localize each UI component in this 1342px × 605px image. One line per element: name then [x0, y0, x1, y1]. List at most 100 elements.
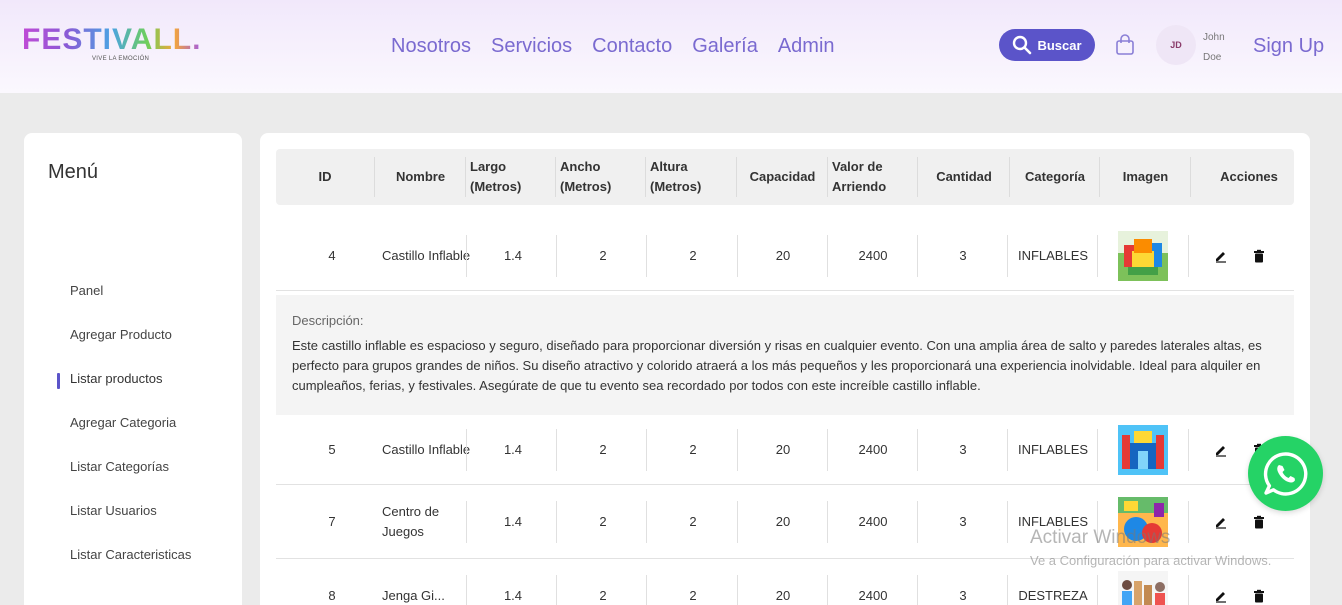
delete-icon[interactable]: [1252, 249, 1266, 263]
logo[interactable]: FESTIVALL. VIVE LA EMOCIÓN: [22, 23, 202, 63]
cell-cantidad: 3: [959, 442, 967, 457]
edit-icon[interactable]: [1214, 443, 1228, 457]
delete-icon[interactable]: [1252, 589, 1266, 603]
cell-largo: 1.4: [503, 248, 523, 263]
header-id: ID: [276, 157, 375, 197]
table-row[interactable]: 5 Castillo Inflable 1.4 2 2 20 2400 3 IN…: [276, 415, 1294, 485]
header-cantidad: Cantidad: [919, 157, 1010, 197]
cell-nombre: Centro de Juegos: [382, 504, 440, 539]
cell-categoria: INFLABLES: [1017, 442, 1089, 457]
cell-largo: 1.4: [503, 588, 523, 603]
cell-cantidad: 3: [959, 248, 967, 263]
cell-cantidad: 3: [959, 514, 967, 529]
sidebar-item-agregar-producto[interactable]: Agregar Producto: [70, 327, 172, 343]
sidebar-title: Menú: [48, 161, 99, 183]
whatsapp-icon: [1263, 451, 1307, 496]
cell-capacidad: 20: [775, 588, 791, 603]
cell-valor: 2400: [858, 248, 888, 263]
cell-divider: [556, 235, 557, 277]
sidebar-item-listar-usuarios[interactable]: Listar Usuarios: [70, 503, 157, 519]
user-last-name: Doe: [1203, 52, 1222, 63]
cell-divider: [556, 575, 557, 605]
cell-ancho: 2: [599, 248, 607, 263]
cell-id: 7: [328, 514, 336, 529]
shopping-bag-icon[interactable]: [1115, 34, 1135, 56]
cell-divider: [466, 235, 467, 277]
cell-altura: 2: [689, 588, 697, 603]
product-thumbnail[interactable]: [1118, 571, 1168, 605]
cell-divider: [556, 429, 557, 471]
logo-text: FESTIVALL.: [22, 23, 202, 56]
header-acciones: Acciones: [1220, 169, 1278, 184]
cell-divider: [646, 501, 647, 543]
cell-categoria: INFLABLES: [1017, 248, 1089, 263]
cell-divider: [556, 501, 557, 543]
active-indicator: [57, 373, 60, 389]
edit-icon[interactable]: [1214, 589, 1228, 603]
cell-nombre: Castillo Inflable: [382, 248, 471, 263]
cell-divider: [1097, 235, 1098, 277]
cell-altura: 2: [689, 442, 697, 457]
header-ancho: Ancho (Metros): [557, 157, 646, 197]
table-row[interactable]: 4 Castillo Inflable 1.4 2 2 20 2400 3 IN…: [276, 221, 1294, 291]
header-valor: Valor de Arriendo: [829, 157, 918, 197]
nav-link-galeria[interactable]: Galería: [692, 34, 758, 58]
watermark-subtitle: Ve a Configuración para activar Windows.: [1030, 553, 1272, 568]
cell-capacidad: 20: [775, 248, 791, 263]
sign-up-link[interactable]: Sign Up: [1253, 34, 1324, 58]
cell-capacidad: 20: [775, 442, 791, 457]
logo-tagline: VIVE LA EMOCIÓN: [92, 56, 150, 62]
nav-link-servicios[interactable]: Servicios: [491, 34, 572, 58]
sidebar-item-listar-caracteristicas[interactable]: Listar Caracteristicas: [70, 547, 191, 563]
header-imagen: Imagen: [1101, 157, 1191, 197]
whatsapp-button[interactable]: [1248, 436, 1323, 511]
cell-divider: [466, 575, 467, 605]
cell-divider: [1188, 429, 1189, 471]
nav-link-admin[interactable]: Admin: [778, 34, 835, 58]
header-altura: Altura (Metros): [647, 157, 737, 197]
sidebar-item-panel[interactable]: Panel: [70, 283, 103, 299]
product-thumbnail[interactable]: [1118, 425, 1168, 475]
cell-largo: 1.4: [503, 514, 523, 529]
windows-activation-watermark: Activar Windows Ve a Configuración para …: [1030, 527, 1271, 571]
search-button[interactable]: Buscar: [999, 29, 1095, 61]
edit-icon[interactable]: [1214, 249, 1228, 263]
sidebar-item-listar-categorias[interactable]: Listar Categorías: [70, 459, 169, 475]
cell-altura: 2: [689, 514, 697, 529]
table-header: ID Nombre Largo (Metros) Ancho (Metros) …: [276, 149, 1294, 205]
top-header: FESTIVALL. VIVE LA EMOCIÓN Nosotros Serv…: [0, 0, 1342, 93]
sidebar: Menú Panel Agregar Producto Listar produ…: [24, 133, 242, 605]
product-thumbnail[interactable]: [1118, 231, 1168, 281]
avatar-initials: JD: [1170, 40, 1182, 50]
cell-divider: [1097, 575, 1098, 605]
cell-capacidad: 20: [775, 514, 791, 529]
cell-altura: 2: [689, 248, 697, 263]
cell-nombre: Castillo Inflable: [382, 442, 471, 457]
cell-valor: 2400: [858, 588, 888, 603]
cell-divider: [646, 429, 647, 471]
search-icon: [1013, 35, 1032, 55]
header-nombre: Nombre: [376, 157, 466, 197]
sidebar-item-agregar-categoria[interactable]: Agregar Categoria: [70, 415, 176, 431]
cell-valor: 2400: [858, 442, 888, 457]
header-capacidad: Capacidad: [738, 157, 828, 197]
cell-nombre: Jenga Gi...: [382, 588, 445, 603]
user-first-name: John: [1203, 32, 1225, 43]
watermark-title: Activar Windows: [1030, 527, 1171, 548]
header-largo: Largo (Metros): [467, 157, 556, 197]
main-nav: Nosotros Servicios Contacto Galería Admi…: [391, 34, 835, 58]
nav-link-nosotros[interactable]: Nosotros: [391, 34, 471, 58]
cell-divider: [1188, 235, 1189, 277]
nav-link-contacto[interactable]: Contacto: [592, 34, 672, 58]
cell-divider: [646, 235, 647, 277]
sidebar-item-listar-productos[interactable]: Listar productos: [70, 371, 163, 387]
user-name: John Doe: [1203, 28, 1233, 68]
cell-valor: 2400: [858, 514, 888, 529]
cell-divider: [466, 429, 467, 471]
product-description: Descripción: Este castillo inflable es e…: [276, 295, 1294, 415]
cell-divider: [1097, 429, 1098, 471]
cell-id: 8: [328, 588, 336, 603]
description-label: Descripción:: [292, 313, 364, 328]
user-avatar[interactable]: JD: [1156, 25, 1196, 65]
cell-ancho: 2: [599, 442, 607, 457]
